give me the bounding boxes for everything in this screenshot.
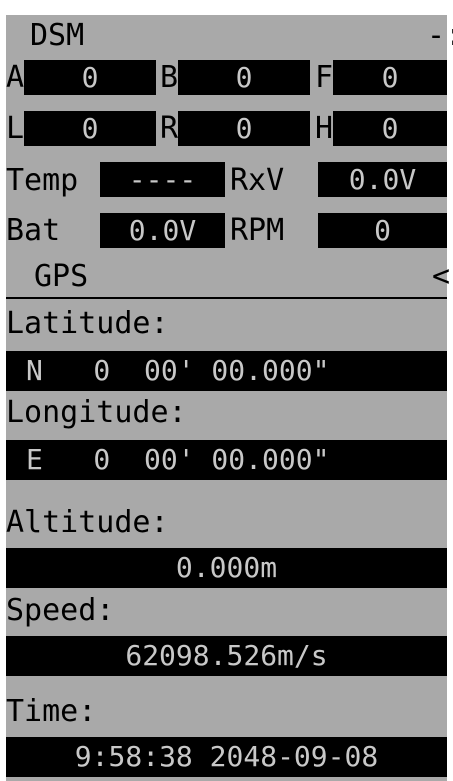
gps-section-title: GPS	[34, 259, 89, 294]
bat-value: 0.0V	[100, 213, 225, 248]
rpm-label: RPM	[230, 213, 285, 248]
telemetry-screen: DSM -: A 0 B 0 F 0 L 0 R 0 H 0 Temp ----…	[0, 0, 453, 781]
gps-collapse-icon[interactable]: <	[432, 262, 450, 292]
gps-divider	[6, 297, 447, 299]
channel-l-value: 0	[24, 111, 156, 146]
rxv-value: 0.0V	[318, 162, 447, 197]
altitude-value: 0.000m	[6, 548, 447, 588]
channel-b-label: B	[160, 60, 179, 95]
header-edge-glyph: -:	[427, 18, 453, 53]
channel-h-label: H	[315, 111, 334, 146]
speed-value: 62098.526m/s	[6, 636, 447, 676]
rpm-value: 0	[318, 213, 447, 248]
altitude-label: Altitude:	[6, 505, 169, 540]
channel-f-value: 0	[333, 60, 447, 95]
channel-r-value: 0	[178, 111, 310, 146]
latitude-label: Latitude:	[6, 306, 169, 341]
temp-value: ----	[100, 162, 225, 197]
channel-h-value: 0	[333, 111, 447, 146]
bat-label: Bat	[6, 213, 61, 248]
frame-top-edge	[0, 0, 453, 15]
time-value: 9:58:38 2048-09-08	[6, 737, 447, 777]
latitude-value: N 0 00' 00.000"	[6, 351, 447, 391]
channel-r-label: R	[160, 111, 179, 146]
rxv-label: RxV	[230, 163, 285, 198]
frame-right-edge	[447, 0, 453, 781]
speed-label: Speed:	[6, 593, 115, 628]
header-title: DSM	[30, 18, 85, 53]
channel-b-value: 0	[178, 60, 310, 95]
channel-l-label: L	[6, 111, 25, 146]
channel-f-label: F	[315, 60, 334, 95]
temp-label: Temp	[6, 163, 79, 198]
longitude-value: E 0 00' 00.000"	[6, 440, 447, 480]
time-label: Time:	[6, 694, 97, 729]
longitude-label: Longitude:	[6, 395, 187, 430]
channel-a-value: 0	[24, 60, 156, 95]
channel-a-label: A	[6, 60, 25, 95]
